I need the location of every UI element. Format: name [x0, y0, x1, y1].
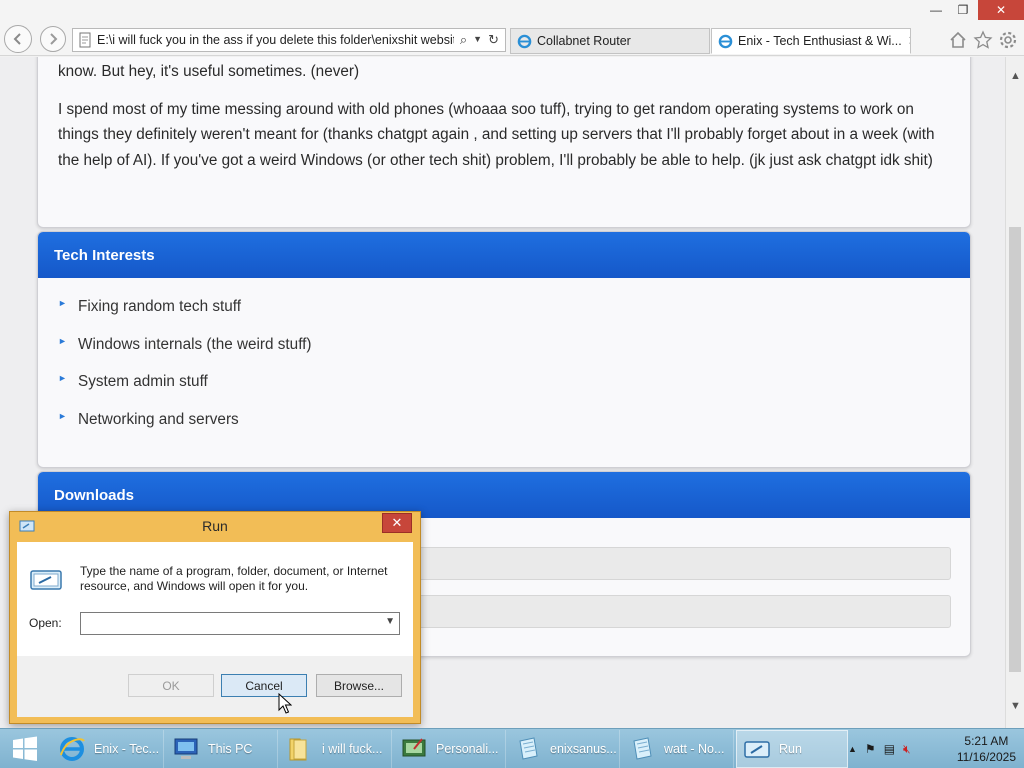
- run-description: Type the name of a program, folder, docu…: [80, 564, 388, 593]
- bullet-icon: ►: [58, 298, 67, 308]
- notepad-icon: [519, 737, 538, 760]
- computer-icon: [174, 738, 198, 759]
- clock-time: 5:21 AM: [964, 734, 1009, 748]
- bullet-icon: ►: [58, 335, 67, 346]
- back-button[interactable]: [4, 25, 32, 53]
- arrow-left-icon: [13, 33, 21, 45]
- chevron-up-icon[interactable]: ▲: [848, 744, 857, 754]
- tech-interests-heading: Tech Interests: [38, 232, 970, 278]
- arrow-right-icon: [50, 33, 58, 45]
- forward-button[interactable]: [40, 26, 66, 52]
- ok-button[interactable]: OK: [128, 674, 214, 697]
- taskbar-item-run[interactable]: Run: [736, 730, 848, 768]
- run-footer: OK Cancel Browse...: [17, 656, 413, 717]
- close-window-button[interactable]: ✕: [978, 0, 1024, 20]
- taskbar-item-notepad[interactable]: enixsanus...: [508, 730, 620, 768]
- open-input[interactable]: [81, 613, 371, 634]
- bullet-icon: ►: [58, 411, 67, 422]
- address-url[interactable]: E:\i will fuck you in the ass if you del…: [97, 33, 454, 47]
- list-item: ► Networking and servers: [58, 411, 239, 429]
- folder-icon: [289, 738, 307, 761]
- run-title: Run: [202, 518, 228, 534]
- network-icon[interactable]: ▤: [884, 742, 895, 756]
- tab-label: Enix - Tech Enthusiast & Wi...: [738, 34, 902, 48]
- list-item: ► System admin stuff: [58, 373, 208, 391]
- cancel-button[interactable]: Cancel: [221, 674, 307, 697]
- close-dialog-button[interactable]: ✕: [382, 513, 412, 533]
- taskbar-item-notepad-watt[interactable]: watt - No...: [622, 730, 734, 768]
- clock[interactable]: 5:21 AM 11/16/2025: [957, 733, 1016, 765]
- open-label: Open:: [29, 616, 62, 630]
- bullet-icon: ►: [58, 373, 67, 384]
- home-icon[interactable]: [948, 30, 968, 50]
- clock-date: 11/16/2025: [956, 750, 1016, 764]
- download-item[interactable]: [418, 547, 951, 580]
- page-icon: [79, 32, 91, 48]
- about-text-fragment: know. But hey, it's useful sometimes. (n…: [58, 63, 360, 80]
- interest-list: ► Fixing random tech stuff ► Windows inter…: [38, 278, 970, 449]
- restore-button[interactable]: ❐: [950, 0, 976, 20]
- tech-interests-card: Tech Interests ► Fixing random tech stuff…: [37, 231, 971, 468]
- minimize-button[interactable]: —: [922, 0, 950, 20]
- ie-icon: [517, 34, 532, 48]
- close-icon: ✕: [391, 515, 403, 530]
- browser-chrome: E:\i will fuck you in the ass if you del…: [0, 0, 1024, 56]
- taskbar: Enix - Tec... This PC i will fuck... Per…: [0, 728, 1024, 768]
- taskbar-item-personalization[interactable]: Personali...: [394, 730, 506, 768]
- system-tray: ▲ ⚑ ▤ 🔇︎: [848, 729, 911, 768]
- mouse-cursor-icon: [278, 693, 292, 714]
- chevron-down-icon[interactable]: ▼: [385, 616, 395, 627]
- address-bar[interactable]: E:\i will fuck you in the ass if you del…: [72, 28, 506, 52]
- action-center-flag-icon[interactable]: ⚑: [865, 742, 876, 756]
- run-body: Type the name of a program, folder, docu…: [17, 542, 413, 656]
- scrollbar-thumb[interactable]: [1009, 227, 1021, 672]
- ie-icon: [718, 34, 733, 48]
- tab-label: Collabnet Router: [537, 34, 631, 48]
- about-paragraph: I spend most of my time messing around w…: [58, 100, 935, 169]
- gear-icon[interactable]: [998, 30, 1018, 50]
- open-combobox[interactable]: ▼: [80, 612, 400, 635]
- tab-collabnet-router[interactable]: Collabnet Router: [510, 28, 710, 54]
- ie-icon: [60, 737, 85, 761]
- run-program-icon: [30, 570, 62, 590]
- browse-button[interactable]: Browse...: [316, 674, 402, 697]
- run-titlebar[interactable]: Run ✕: [10, 512, 420, 542]
- chevron-down-icon[interactable]: ▼: [473, 32, 482, 48]
- taskbar-item-ie[interactable]: Enix - Tec...: [52, 730, 164, 768]
- run-dialog: Run ✕ Type the name of a program, folder…: [9, 511, 421, 724]
- refresh-icon[interactable]: ↻: [488, 32, 499, 48]
- download-item[interactable]: [418, 595, 951, 628]
- close-tab-icon[interactable]: ✕: [902, 33, 910, 49]
- volume-muted-icon[interactable]: 🔇︎: [903, 742, 911, 757]
- favorites-star-icon[interactable]: [973, 30, 993, 50]
- scroll-down-icon[interactable]: ▼: [1006, 697, 1024, 715]
- run-icon: [744, 741, 770, 758]
- tab-enix-site[interactable]: Enix - Tech Enthusiast & Wi... ✕: [711, 28, 911, 54]
- about-card: know. But hey, it's useful sometimes. (n…: [37, 57, 971, 228]
- list-item: ► Windows internals (the weird stuff): [58, 335, 312, 353]
- vertical-scrollbar[interactable]: ▲ ▼: [1005, 57, 1024, 728]
- taskbar-item-folder[interactable]: i will fuck...: [280, 730, 392, 768]
- start-button[interactable]: [0, 729, 50, 768]
- windows-logo-icon: [13, 736, 37, 761]
- list-item: ► Fixing random tech stuff: [58, 298, 241, 315]
- search-icon[interactable]: ⌕: [460, 32, 467, 48]
- taskbar-item-this-pc[interactable]: This PC: [166, 730, 278, 768]
- personalization-icon: [402, 738, 426, 757]
- scroll-up-icon[interactable]: ▲: [1006, 67, 1024, 85]
- notepad-icon: [633, 737, 652, 760]
